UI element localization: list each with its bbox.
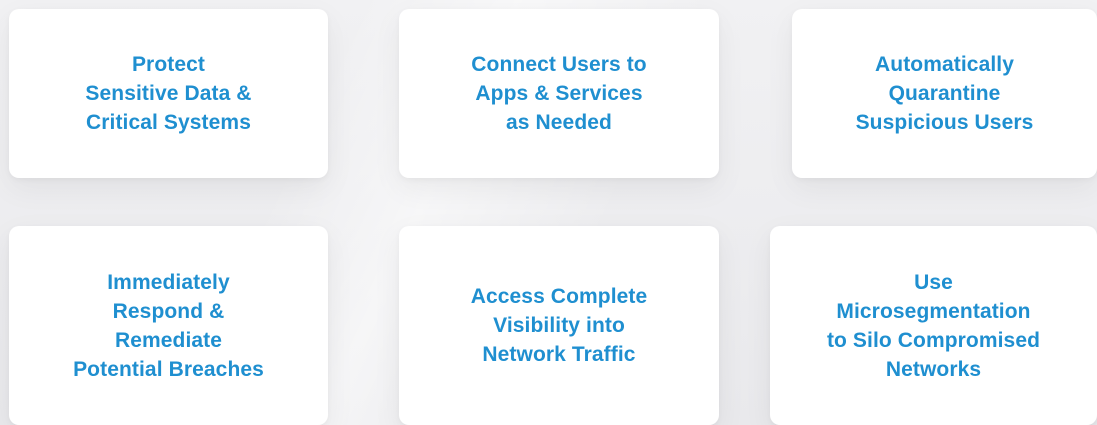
card-network-visibility: Access Complete Visibility into Network … <box>399 226 719 425</box>
card-protect-sensitive-data: Protect Sensitive Data & Critical System… <box>9 9 328 178</box>
card-microsegmentation: Use Microsegmentation to Silo Compromise… <box>770 226 1097 425</box>
card-title: Connect Users to Apps & Services as Need… <box>471 53 647 134</box>
card-connect-users: Connect Users to Apps & Services as Need… <box>399 9 719 178</box>
card-title: Access Complete Visibility into Network … <box>470 285 648 366</box>
card-respond-remediate: Immediately Respond & Remediate Potentia… <box>9 226 328 425</box>
card-title: Automatically Quarantine Suspicious User… <box>855 53 1034 134</box>
card-quarantine-users: Automatically Quarantine Suspicious User… <box>792 9 1097 178</box>
card-title: Protect Sensitive Data & Critical System… <box>85 53 252 134</box>
card-title: Use Microsegmentation to Silo Compromise… <box>826 270 1041 381</box>
card-title: Immediately Respond & Remediate Potentia… <box>73 270 264 381</box>
